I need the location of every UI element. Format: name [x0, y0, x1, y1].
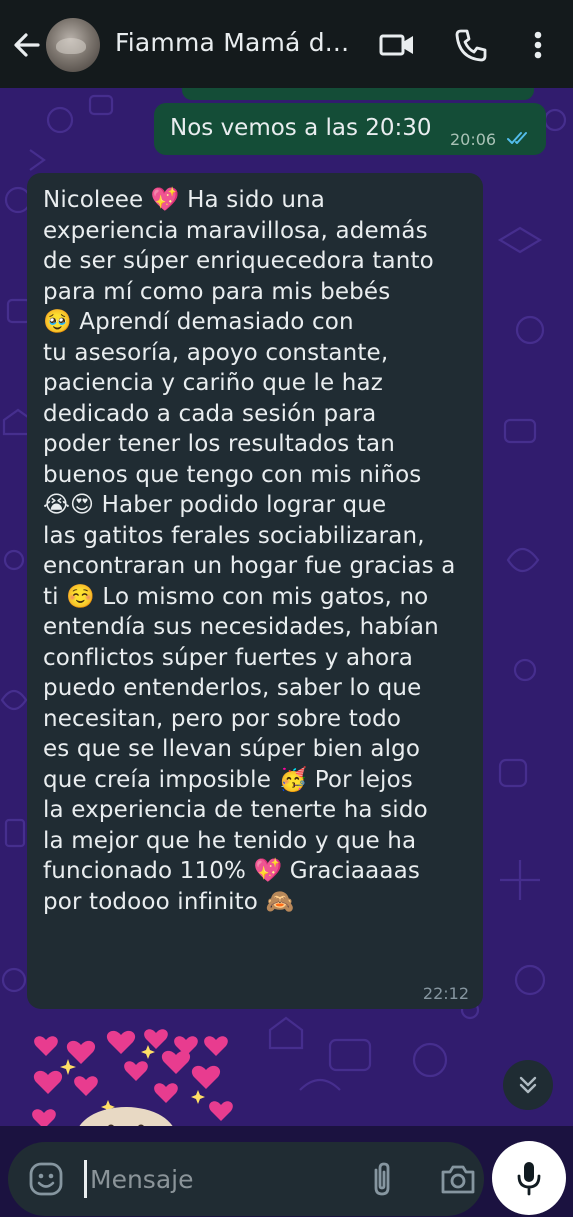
message-text: Nicoleee 💖 Ha sido una experiencia marav…: [43, 187, 456, 915]
scroll-to-bottom-button[interactable]: [503, 1060, 553, 1110]
mic-icon: [517, 1162, 541, 1196]
video-call-icon[interactable]: [378, 26, 416, 64]
message-composer: [8, 1142, 484, 1216]
paperclip-icon[interactable]: [363, 1160, 401, 1198]
contact-name[interactable]: Fiamma Mamá d...: [115, 28, 349, 57]
double-chevron-down-icon: [519, 1076, 537, 1094]
emoji-icon[interactable]: [26, 1159, 66, 1199]
message-time: 20:06: [450, 130, 497, 149]
more-options-icon[interactable]: [520, 26, 556, 64]
incoming-message[interactable]: Nicoleee 💖 Ha sido una experiencia marav…: [27, 173, 483, 1009]
contact-avatar[interactable]: [46, 18, 100, 72]
hearts-dog-sticker[interactable]: [26, 1025, 298, 1167]
phone-icon[interactable]: [452, 26, 490, 64]
text-cursor: [84, 1160, 87, 1198]
voice-message-button[interactable]: [492, 1141, 566, 1215]
camera-icon[interactable]: [438, 1160, 478, 1198]
back-arrow-icon[interactable]: [8, 26, 46, 64]
message-text: Nos vemos a las 20:30: [170, 115, 432, 141]
message-input[interactable]: [88, 1156, 332, 1202]
message-time: 22:12: [422, 984, 469, 1003]
read-ticks-icon: [507, 132, 527, 144]
outgoing-message[interactable]: Nos vemos a las 20:30 20:06: [154, 103, 546, 155]
chat-header: Fiamma Mamá d...: [0, 0, 573, 88]
